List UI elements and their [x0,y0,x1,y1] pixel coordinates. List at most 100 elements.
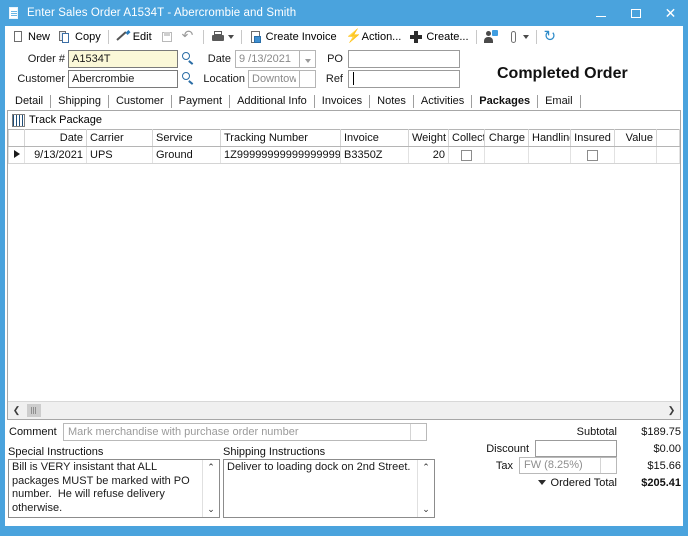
cell-service[interactable]: Ground [152,146,221,164]
table-row[interactable]: 9/13/2021 UPS Ground 1Z99999999999999999… [8,146,680,164]
column-header-collect[interactable]: Collect [448,129,485,147]
refresh-button[interactable] [540,27,562,47]
cell-date[interactable]: 9/13/2021 [24,146,87,164]
date-dropdown-button[interactable] [300,50,316,68]
comment-label: Comment [9,426,57,438]
special-instructions-scrollbar[interactable]: ⌃ ⌄ [202,460,219,517]
cell-carrier[interactable]: UPS [86,146,153,164]
column-header-service[interactable]: Service [152,129,221,147]
column-header-handling[interactable]: Handling [528,129,571,147]
po-label: PO [327,53,343,65]
action-button-label: Action... [361,31,402,43]
column-header-insured[interactable]: Insured [570,129,615,147]
special-instructions-textarea[interactable]: Bill is VERY insistant that ALL packages… [8,459,220,518]
window-title: Enter Sales Order A1534T - Abercrombie a… [27,7,297,19]
lightning-action-icon [345,28,362,44]
subtotal-value: $189.75 [641,425,681,438]
scrollbar-thumb[interactable] [27,404,41,417]
cell-handling[interactable] [528,146,571,164]
create-button[interactable]: Create... [405,27,472,47]
new-button[interactable]: New [7,27,54,47]
collect-checkbox[interactable] [461,149,472,161]
comment-input[interactable]: Mark merchandise with purchase order num… [63,423,427,441]
edit-button[interactable]: Edit [112,27,156,47]
location-dropdown-button[interactable] [300,70,316,88]
close-button[interactable]: ✕ [653,0,688,26]
column-header-charge[interactable]: Charge [484,129,529,147]
order-search-icon[interactable] [181,51,195,65]
undo-button[interactable] [178,27,200,47]
po-input[interactable] [348,50,460,68]
scroll-left-icon[interactable]: ❮ [8,402,25,419]
order-header-fields: Order # Customer Date Location PO Ref Co… [5,49,683,92]
scroll-down-icon[interactable]: ⌄ [203,502,219,517]
cell-collect[interactable] [448,146,485,164]
cell-tracking-number[interactable]: 1Z99999999999999999 [220,146,341,164]
location-input[interactable] [248,70,300,88]
maximize-button[interactable] [618,0,653,26]
minimize-button[interactable] [583,0,618,26]
special-instructions-text: Bill is VERY insistant that ALL packages… [12,461,193,514]
column-header-weight[interactable]: Weight [408,129,449,147]
tab-customer[interactable]: Customer [109,94,171,109]
create-invoice-icon [249,30,263,44]
copy-button[interactable]: Copy [54,27,105,47]
tab-activities[interactable]: Activities [414,94,471,109]
comment-expand-button[interactable] [410,424,426,440]
application-window: Enter Sales Order A1534T - Abercrombie a… [0,0,688,536]
grid-header-row: Date Carrier Service Tracking Number Inv… [8,129,680,147]
column-header-tracking-number[interactable]: Tracking Number [220,129,341,147]
save-button[interactable] [156,27,178,47]
grid-horizontal-scrollbar[interactable]: ❮ ❯ [8,401,680,419]
ref-input[interactable] [348,70,460,88]
scroll-up-icon[interactable]: ⌃ [203,460,219,475]
print-dropdown-icon[interactable] [227,35,234,39]
scroll-right-icon[interactable]: ❯ [663,402,680,419]
action-button[interactable]: Action... [341,27,406,47]
tab-invoices[interactable]: Invoices [315,94,369,109]
scroll-down-icon[interactable]: ⌄ [418,502,434,517]
document-icon [7,6,21,20]
cell-charge[interactable] [484,146,529,164]
track-package-button[interactable]: Track Package [8,111,680,129]
tab-additional-info[interactable]: Additional Info [230,94,314,109]
column-header-value[interactable]: Value [614,129,657,147]
tab-payment[interactable]: Payment [172,94,229,109]
print-button[interactable] [207,27,238,47]
window-controls: ✕ [583,0,688,26]
column-header-carrier[interactable]: Carrier [86,129,153,147]
row-selector-cell[interactable] [8,146,25,164]
attachment-button[interactable] [502,27,533,47]
date-input[interactable] [235,50,300,68]
cell-invoice[interactable]: B3350Z [340,146,409,164]
cell-weight[interactable]: 20 [408,146,449,164]
close-icon: ✕ [664,5,677,21]
scroll-up-icon[interactable]: ⌃ [418,460,434,475]
column-header-invoice[interactable]: Invoice [340,129,409,147]
customer-input[interactable] [68,70,178,88]
date-label: Date [207,53,231,65]
shipping-instructions-scrollbar[interactable]: ⌃ ⌄ [417,460,434,517]
tab-detail[interactable]: Detail [11,94,50,109]
contact-button[interactable] [480,27,502,47]
attachment-dropdown-icon[interactable] [522,35,529,39]
insured-checkbox[interactable] [587,149,598,161]
packages-panel: Track Package Date Carrier Service Track… [7,110,681,420]
new-button-label: New [28,31,51,43]
tab-packages[interactable]: Packages [472,94,537,109]
cell-value[interactable] [614,146,657,164]
order-number-label: Order # [27,53,65,65]
column-header-date[interactable]: Date [24,129,87,147]
subtotal-row: Subtotal $189.75 [433,423,681,440]
cell-insured[interactable] [570,146,615,164]
comment-and-totals-row: Comment Mark merchandise with purchase o… [5,423,683,489]
printer-icon [211,30,225,44]
shipping-instructions-textarea[interactable]: Deliver to loading dock on 2nd Street. ⌃… [223,459,435,518]
title-bar: Enter Sales Order A1534T - Abercrombie a… [0,0,688,26]
tab-notes[interactable]: Notes [370,94,413,109]
tab-email[interactable]: Email [538,94,580,109]
order-number-input[interactable] [68,50,178,68]
create-invoice-button[interactable]: Create Invoice [245,27,341,47]
tab-shipping[interactable]: Shipping [51,94,108,109]
create-invoice-label: Create Invoice [265,31,337,43]
